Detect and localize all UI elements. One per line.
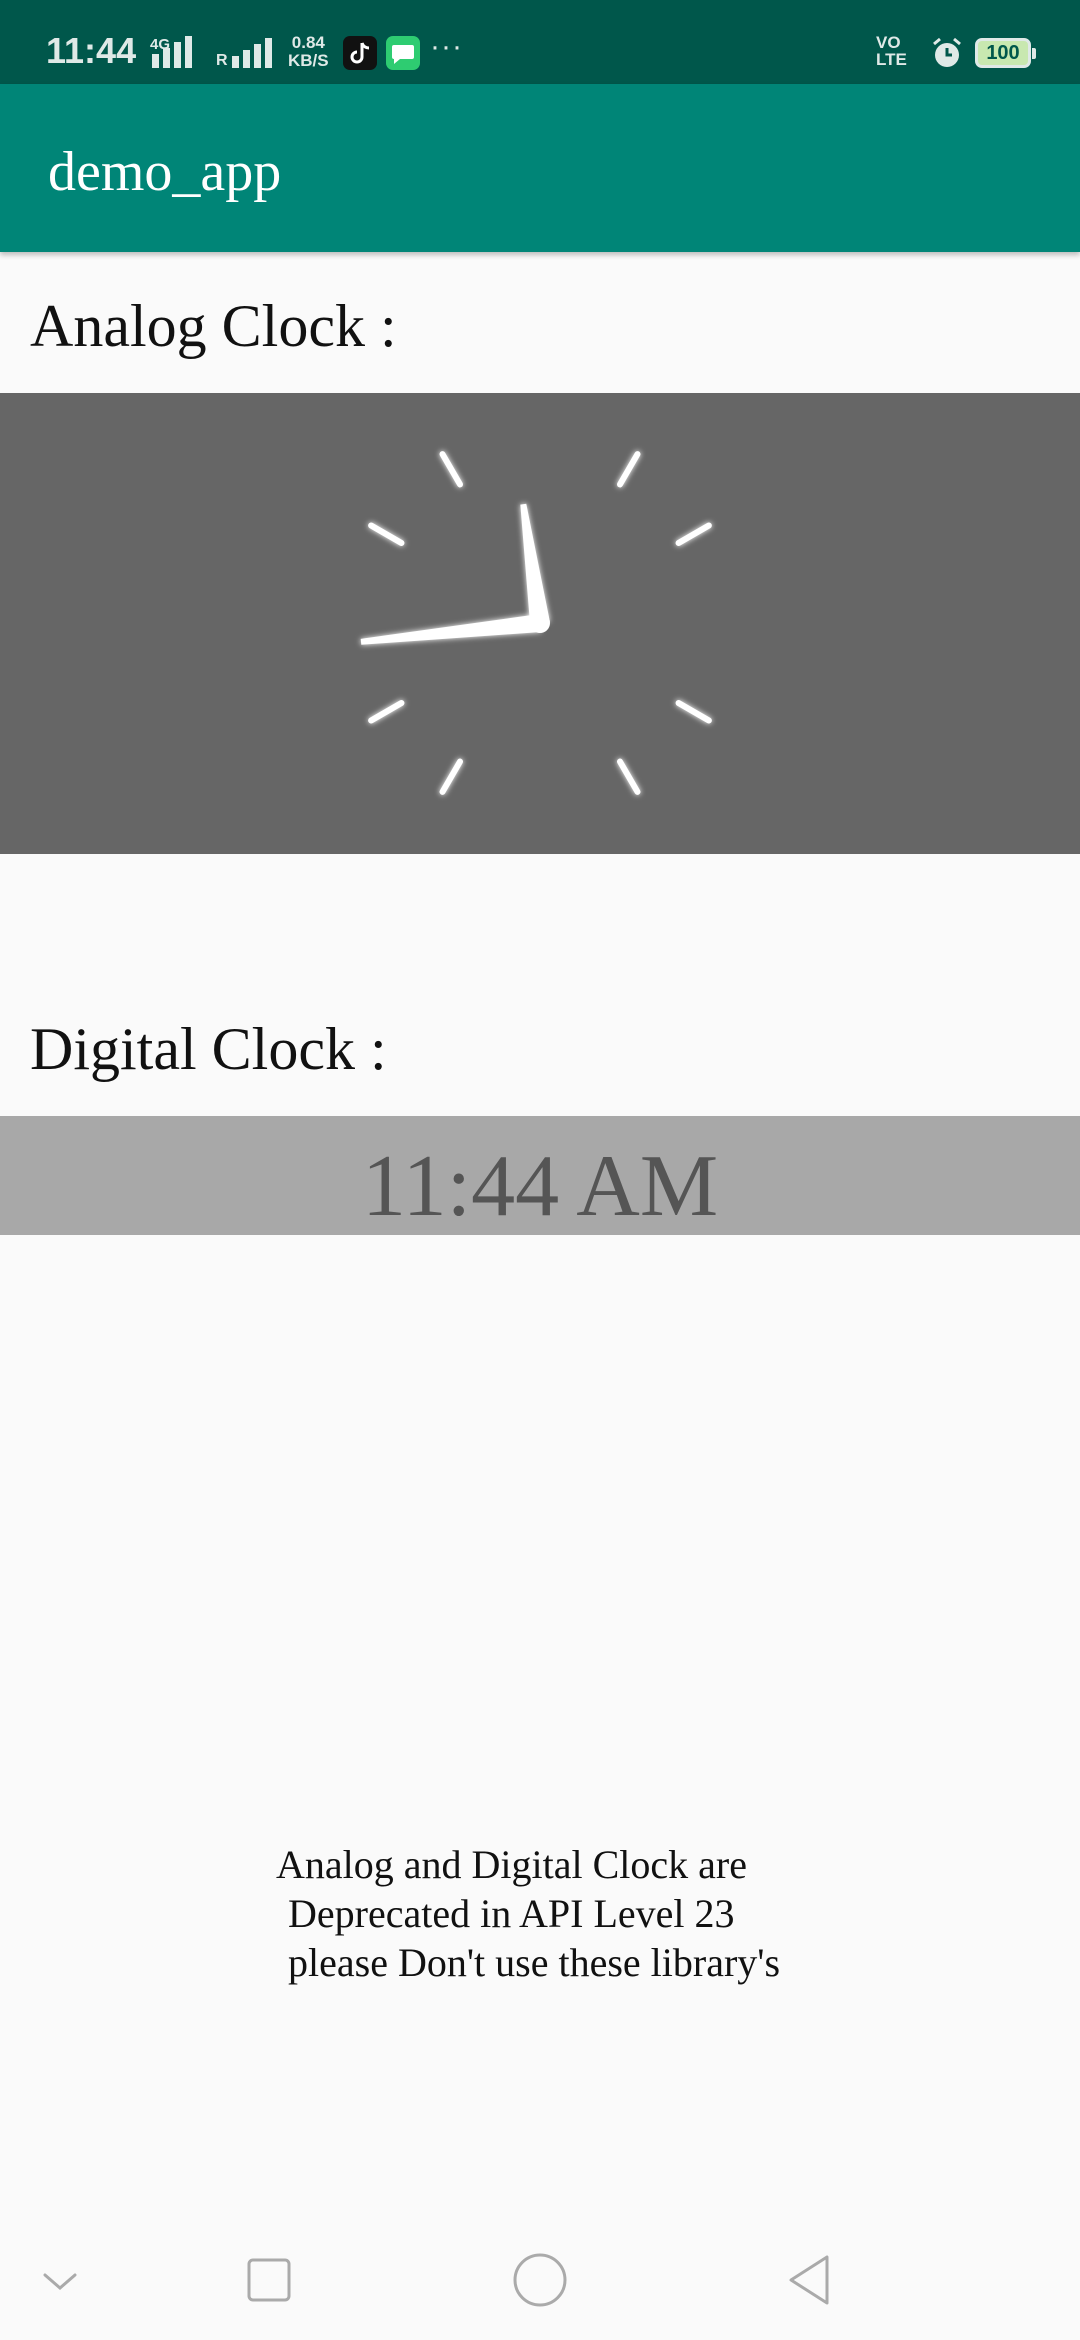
network-speed: 0.84 KB/S	[288, 34, 329, 70]
digital-clock: 11:44 AM	[0, 1116, 1080, 1235]
app-title: demo_app	[48, 141, 282, 203]
volte-top-label: VO	[876, 33, 901, 52]
clock-tick-10	[368, 522, 405, 546]
volte-icon: VO LTE	[876, 34, 907, 68]
digital-clock-label: Digital Clock :	[30, 1016, 387, 1082]
network-speed-unit: KB/S	[288, 51, 329, 70]
volte-bottom-label: LTE	[876, 50, 907, 69]
roaming-label: R	[216, 52, 228, 69]
clock-tick-8	[368, 700, 405, 724]
analog-clock	[0, 393, 1080, 854]
deprecation-note-line-1: Analog and Digital Clock are	[276, 1842, 747, 1887]
more-notifications-icon: ···	[430, 30, 463, 63]
clock-tick-2	[675, 522, 712, 546]
clock-tick-7	[439, 758, 463, 795]
clock-tick-1	[617, 451, 641, 488]
message-icon	[386, 36, 420, 70]
analog-clock-label: Analog Clock :	[30, 293, 397, 359]
clock-tick-4	[675, 700, 712, 724]
status-time: 11:44	[46, 30, 137, 71]
signal-strength-2-icon	[232, 36, 282, 68]
digital-clock-time: 11:44 AM	[361, 1138, 719, 1235]
deprecation-note-line-3: please Don't use these library's	[288, 1940, 781, 1985]
navigation-bar	[0, 2210, 1080, 2340]
status-bar: 11:44 4G R 0.84 KB/S ··· VO LTE 100	[0, 0, 1080, 84]
signal-strength-icon	[152, 36, 208, 68]
clock-tick-11	[439, 451, 463, 488]
home-circle-icon[interactable]	[505, 2245, 575, 2315]
recents-square-icon[interactable]	[234, 2245, 304, 2315]
deprecation-note-line-2: Deprecated in API Level 23	[288, 1891, 735, 1936]
clock-center-pin	[530, 613, 550, 633]
battery-icon: 100	[975, 38, 1036, 68]
app-bar: demo_app	[0, 84, 1080, 252]
back-triangle-icon[interactable]	[775, 2245, 845, 2315]
network-speed-value: 0.84	[291, 33, 325, 52]
alarm-icon	[933, 37, 961, 67]
minute-hand	[360, 614, 541, 645]
hour-hand	[520, 503, 550, 625]
analog-clock-face	[342, 425, 738, 821]
chevron-down-icon[interactable]	[25, 2245, 95, 2315]
tiktok-icon	[343, 36, 377, 70]
clock-tick-5	[617, 758, 641, 795]
